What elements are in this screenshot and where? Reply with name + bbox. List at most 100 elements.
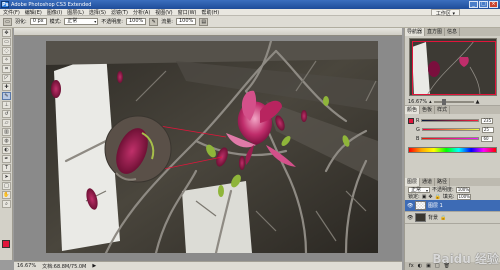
color-spectrum-bar[interactable] [408, 147, 497, 153]
channel-r-slider[interactable] [421, 119, 480, 122]
layer-row[interactable]: 👁 背景 🔒 [405, 212, 500, 224]
tab-color[interactable]: 颜色 [405, 106, 421, 114]
document-tab[interactable] [14, 28, 402, 36]
layer-opacity-label: 不透明度: [432, 187, 454, 193]
magic-wand-icon[interactable]: ✧ [2, 56, 11, 64]
color-panel: R 235 G 25 B 60 [405, 114, 500, 145]
tab-channels[interactable]: 通道 [420, 178, 436, 186]
image-canvas[interactable] [46, 41, 378, 253]
history-brush-icon[interactable]: ↺ [2, 110, 11, 118]
layer-blend-select[interactable]: 正常 [408, 186, 430, 193]
channel-g-slider[interactable] [421, 128, 480, 131]
eraser-tool-icon[interactable]: ▱ [2, 119, 11, 127]
feather-field[interactable]: 0 px [29, 18, 47, 25]
workspace-button[interactable]: 工作区 ▾ [430, 9, 460, 17]
layer-fill-field[interactable]: 100% [456, 193, 471, 200]
lasso-tool-icon[interactable]: ◌ [2, 47, 11, 55]
menu-image[interactable]: 图像(I) [47, 9, 62, 16]
airbrush-icon[interactable]: ✎ [149, 17, 159, 26]
channel-b-value[interactable]: 60 [481, 135, 494, 142]
pen-tool-icon[interactable]: ✒ [2, 155, 11, 163]
layer-lock-row: 锁定: ▣ ✥ 🔒 填充: 100% [405, 193, 500, 200]
zoom-out-icon[interactable]: ▴ [429, 99, 432, 105]
tab-navigator[interactable]: 导航器 [405, 28, 426, 36]
navigator-zoom-value[interactable]: 16.67% [408, 99, 427, 105]
zoom-in-icon[interactable]: ▲ [476, 99, 480, 105]
type-tool-icon[interactable]: T [2, 164, 11, 172]
lock-pixels-icon[interactable]: ▣ [422, 194, 427, 200]
stamp-tool-icon[interactable]: ⊥ [2, 101, 11, 109]
crop-tool-icon[interactable]: ⌗ [2, 65, 11, 73]
visibility-eye-icon[interactable]: 👁 [407, 215, 413, 221]
healing-tool-icon[interactable]: ✚ [2, 83, 11, 91]
menu-window[interactable]: 窗口(W) [178, 9, 197, 16]
navigator-view-box[interactable] [412, 41, 496, 95]
tab-info[interactable]: 信息 [445, 28, 461, 36]
zoom-slider-knob[interactable] [441, 98, 446, 105]
channel-g-value[interactable]: 25 [481, 126, 494, 133]
opacity-field[interactable]: 100% [125, 18, 147, 25]
layer-opacity-field[interactable]: 100% [455, 186, 470, 193]
menu-select[interactable]: 选择(S) [89, 9, 106, 16]
lock-icon: 🔒 [440, 214, 447, 221]
dodge-tool-icon[interactable]: ◐ [2, 146, 11, 154]
layer-style-icon[interactable]: fx [409, 263, 414, 269]
move-tool-icon[interactable]: ✥ [2, 29, 11, 37]
layer-fill-label: 填充: [442, 194, 455, 200]
marquee-tool-icon[interactable]: ▭ [2, 38, 11, 46]
slice-tool-icon[interactable]: ◸ [2, 74, 11, 82]
gradient-tool-icon[interactable]: ▥ [2, 128, 11, 136]
adjustment-layer-icon[interactable]: ◐ [418, 263, 422, 269]
tab-styles[interactable]: 样式 [435, 106, 451, 114]
new-group-icon[interactable]: ▣ [426, 263, 431, 269]
foreground-color-swatch[interactable] [2, 240, 10, 248]
menu-view[interactable]: 视图(V) [155, 9, 172, 16]
hand-tool-icon[interactable]: ✋ [2, 191, 11, 199]
navigator-zoom-row: 16.67% ▴ ▲ [405, 98, 500, 106]
shape-tool-icon[interactable]: □ [2, 182, 11, 190]
layers-panel: 图层 通道 路径 正常 不透明度: 100% 锁定: ▣ ✥ 🔒 填充: 100… [405, 178, 500, 270]
mode-select[interactable]: 正常 [64, 18, 99, 25]
lock-position-icon[interactable]: ✥ [428, 194, 432, 200]
tool-preset-icon[interactable]: ▭ [3, 17, 12, 26]
photoshop-logo: Ps [1, 1, 9, 8]
menu-layer[interactable]: 图层(L) [67, 9, 84, 16]
tab-histogram[interactable]: 直方图 [425, 28, 446, 36]
mode-label: 模式: [49, 19, 62, 25]
window-title: Adobe Photoshop CS3 Extended [11, 1, 92, 8]
tab-swatches[interactable]: 色板 [420, 106, 436, 114]
menu-edit[interactable]: 编辑(E) [25, 9, 42, 16]
maximize-button[interactable]: □ [479, 1, 488, 8]
navigator-preview[interactable] [409, 38, 497, 96]
menu-help[interactable]: 帮助(H) [201, 9, 219, 16]
magnolia-photo [46, 41, 378, 253]
panel-dock: 导航器 直方图 信息 16.67% ▴ ▲ 颜色 色板 样式 R 235 G 2… [404, 28, 500, 270]
menu-filter[interactable]: 滤镜(T) [111, 9, 128, 16]
brush-panel-icon[interactable]: ▤ [199, 17, 209, 26]
status-menu-arrow[interactable]: ▶ [92, 263, 96, 269]
tab-layers[interactable]: 图层 [405, 178, 421, 186]
tab-paths[interactable]: 路径 [435, 178, 451, 186]
layer-name[interactable]: 图层 1 [428, 202, 443, 209]
layer-thumbnail [415, 213, 426, 222]
layer-row[interactable]: 👁 图层 1 [405, 200, 500, 212]
navigator-zoom-slider[interactable] [433, 98, 474, 105]
feather-label: 羽化: [15, 19, 27, 25]
menu-analysis[interactable]: 分析(A) [133, 9, 150, 16]
blur-tool-icon[interactable]: ◍ [2, 137, 11, 145]
visibility-eye-icon[interactable]: 👁 [407, 203, 413, 209]
color-panel-fg-swatch[interactable] [408, 117, 414, 124]
minimize-button[interactable]: _ [469, 1, 478, 8]
zoom-tool-icon[interactable]: ⌕ [2, 200, 11, 208]
brush-tool-icon[interactable]: ✎ [2, 92, 11, 100]
zoom-readout[interactable]: 16.67% [17, 263, 36, 269]
channel-b-slider[interactable] [421, 137, 480, 140]
menu-file[interactable]: 文件(F) [3, 9, 20, 16]
layer-name[interactable]: 背景 [428, 214, 438, 221]
flow-field[interactable]: 100% [175, 18, 197, 25]
channel-r-value[interactable]: 235 [481, 117, 494, 124]
lock-all-icon[interactable]: 🔒 [435, 194, 441, 200]
path-select-icon[interactable]: ➤ [2, 173, 11, 181]
color-row-r: R 235 [408, 116, 497, 125]
close-button[interactable]: × [489, 1, 498, 8]
